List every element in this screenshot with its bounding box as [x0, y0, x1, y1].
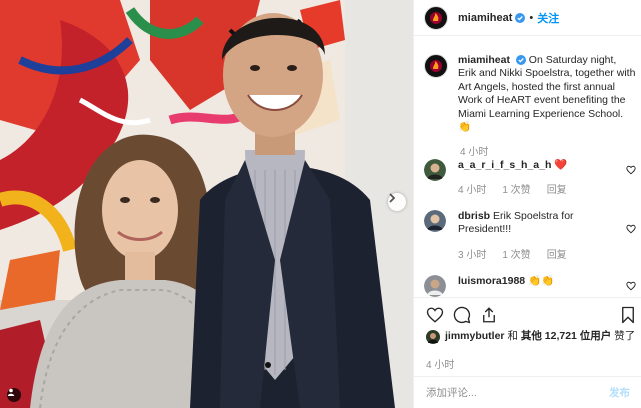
- comment-text: dbrisb Erik Spoelstra for President!!!: [458, 210, 618, 237]
- carousel-next-button[interactable]: [388, 193, 406, 211]
- verified-icon: [515, 55, 526, 65]
- comment-username[interactable]: a_a_r_i_f_s_h_a_h: [458, 159, 551, 171]
- comment-text: a_a_r_i_f_s_h_a_h ❤️: [458, 159, 618, 181]
- caption-time[interactable]: 4 小时: [460, 143, 488, 158]
- heart-icon[interactable]: [626, 165, 636, 175]
- liker-username[interactable]: jimmybutler: [445, 330, 505, 342]
- heart-icon[interactable]: [626, 224, 636, 234]
- avatar[interactable]: [424, 210, 446, 232]
- comment-item: luismora1988 👏👏: [424, 275, 636, 297]
- comment-icon[interactable]: [453, 306, 471, 324]
- comment-item: a_a_r_i_f_s_h_a_h ❤️ 4 小时 1 次赞 回复: [424, 159, 636, 196]
- comment-item: dbrisb Erik Spoelstra for President!!! 3…: [424, 210, 636, 261]
- comment-body: ❤️: [554, 159, 568, 171]
- heart-icon[interactable]: [426, 306, 444, 324]
- post-time[interactable]: 4 小时: [426, 356, 454, 371]
- comment-body: 👏👏: [528, 275, 555, 287]
- avatar[interactable]: [424, 159, 446, 181]
- likes-others[interactable]: 其他 12,721 位用户: [521, 330, 611, 342]
- caption-username[interactable]: miamiheat: [458, 54, 510, 66]
- header-username[interactable]: miamiheat: [458, 12, 512, 24]
- caption-avatar[interactable]: [424, 54, 448, 78]
- likes-text: jimmybutler 和 其他 12,721 位用户 赞了: [445, 330, 635, 344]
- comment-bar: 发布: [414, 376, 641, 408]
- comment-input[interactable]: [426, 386, 586, 399]
- likes-suffix: 赞了: [614, 330, 636, 342]
- heat-logo-icon: [430, 11, 442, 24]
- follow-button[interactable]: 关注: [537, 10, 559, 26]
- comment-time[interactable]: 3 小时: [458, 246, 486, 261]
- comment-username[interactable]: dbrisb: [458, 210, 490, 222]
- post-comment-button[interactable]: 发布: [609, 385, 630, 400]
- likes-connector: 和: [507, 330, 518, 342]
- chevron-right-icon: [389, 193, 396, 203]
- avatar[interactable]: [424, 275, 446, 297]
- comment-time[interactable]: 4 小时: [458, 181, 486, 196]
- share-icon[interactable]: [480, 306, 498, 324]
- tag-person-button[interactable]: [7, 388, 21, 402]
- caption: miamiheat On Saturday night, Erik and Ni…: [424, 54, 636, 134]
- reply-button[interactable]: 回复: [547, 246, 567, 261]
- reply-button[interactable]: 回复: [547, 181, 567, 196]
- avatar[interactable]: [424, 5, 448, 30]
- comment-meta: 3 小时 1 次赞 回复: [458, 246, 567, 261]
- bookmark-icon[interactable]: [620, 306, 636, 324]
- comment-likes[interactable]: 1 次赞: [502, 246, 530, 261]
- post-header: miamiheat • 关注: [414, 0, 641, 36]
- post-photo[interactable]: [0, 0, 413, 408]
- likes-summary: jimmybutler 和 其他 12,721 位用户 赞了: [426, 330, 636, 344]
- separator-dot: •: [529, 11, 534, 24]
- comment-username[interactable]: luismora1988: [458, 275, 525, 287]
- verified-icon: [515, 12, 526, 23]
- comment-likes[interactable]: 1 次赞: [502, 181, 530, 196]
- heat-logo-icon: [430, 60, 442, 72]
- tag-person-icon: [7, 388, 15, 396]
- avatar[interactable]: [426, 330, 440, 344]
- comment-text: luismora1988 👏👏: [458, 275, 618, 297]
- photo-illustration: [0, 0, 413, 408]
- post-panel: miamiheat • 关注 miamiheat On Saturday nig…: [413, 0, 641, 408]
- comment-meta: 4 小时 1 次赞 回复: [458, 181, 567, 196]
- heart-icon[interactable]: [626, 281, 636, 291]
- caption-text: miamiheat On Saturday night, Erik and Ni…: [458, 54, 636, 134]
